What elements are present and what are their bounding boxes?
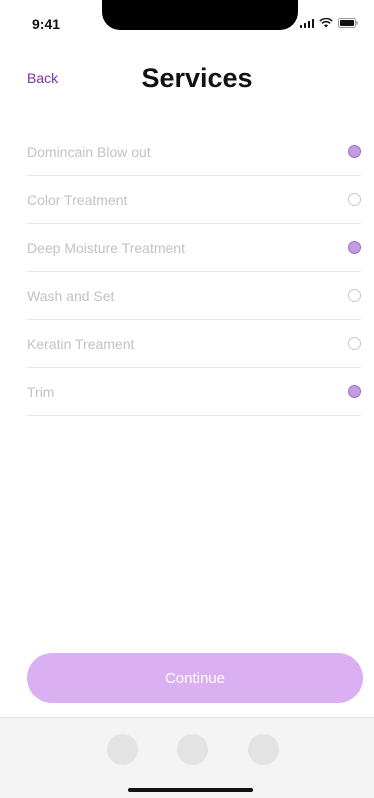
continue-button[interactable]: Continue [27, 653, 363, 703]
service-row-keratin-treament[interactable]: Keratin Treament [27, 320, 361, 368]
services-list: Domincain Blow out Color Treatment Deep … [27, 128, 361, 416]
service-row-color-treatment[interactable]: Color Treatment [27, 176, 361, 224]
service-label: Trim [27, 384, 55, 400]
device-notch [102, 0, 298, 30]
home-indicator[interactable] [128, 788, 253, 792]
tab-bar [0, 717, 374, 798]
radio-selected[interactable] [348, 145, 361, 158]
battery-icon [338, 18, 358, 28]
page-title: Services [141, 63, 253, 93]
tab-placeholder-icon[interactable] [107, 734, 138, 765]
service-row-trim[interactable]: Trim [27, 368, 361, 416]
radio-unselected[interactable] [348, 193, 361, 206]
radio-unselected[interactable] [348, 289, 361, 302]
status-bar: 9:41 [0, 0, 374, 40]
radio-selected[interactable] [348, 241, 361, 254]
radio-unselected[interactable] [348, 337, 361, 350]
status-icons [299, 18, 359, 28]
tab-placeholder-icon[interactable] [248, 734, 279, 765]
cellular-signal-icon [299, 18, 314, 28]
radio-selected[interactable] [348, 385, 361, 398]
header: Back Services [0, 60, 374, 100]
service-row-deep-moisture-treatment[interactable]: Deep Moisture Treatment [27, 224, 361, 272]
service-row-domincain-blow-out[interactable]: Domincain Blow out [27, 128, 361, 176]
service-label: Color Treatment [27, 192, 128, 208]
service-label: Wash and Set [27, 288, 115, 304]
service-label: Keratin Treament [27, 336, 135, 352]
wifi-icon [319, 18, 333, 28]
service-label: Deep Moisture Treatment [27, 240, 185, 256]
service-label: Domincain Blow out [27, 144, 151, 160]
tab-placeholder-icon[interactable] [177, 734, 208, 765]
status-time: 9:41 [32, 16, 61, 32]
service-row-wash-and-set[interactable]: Wash and Set [27, 272, 361, 320]
